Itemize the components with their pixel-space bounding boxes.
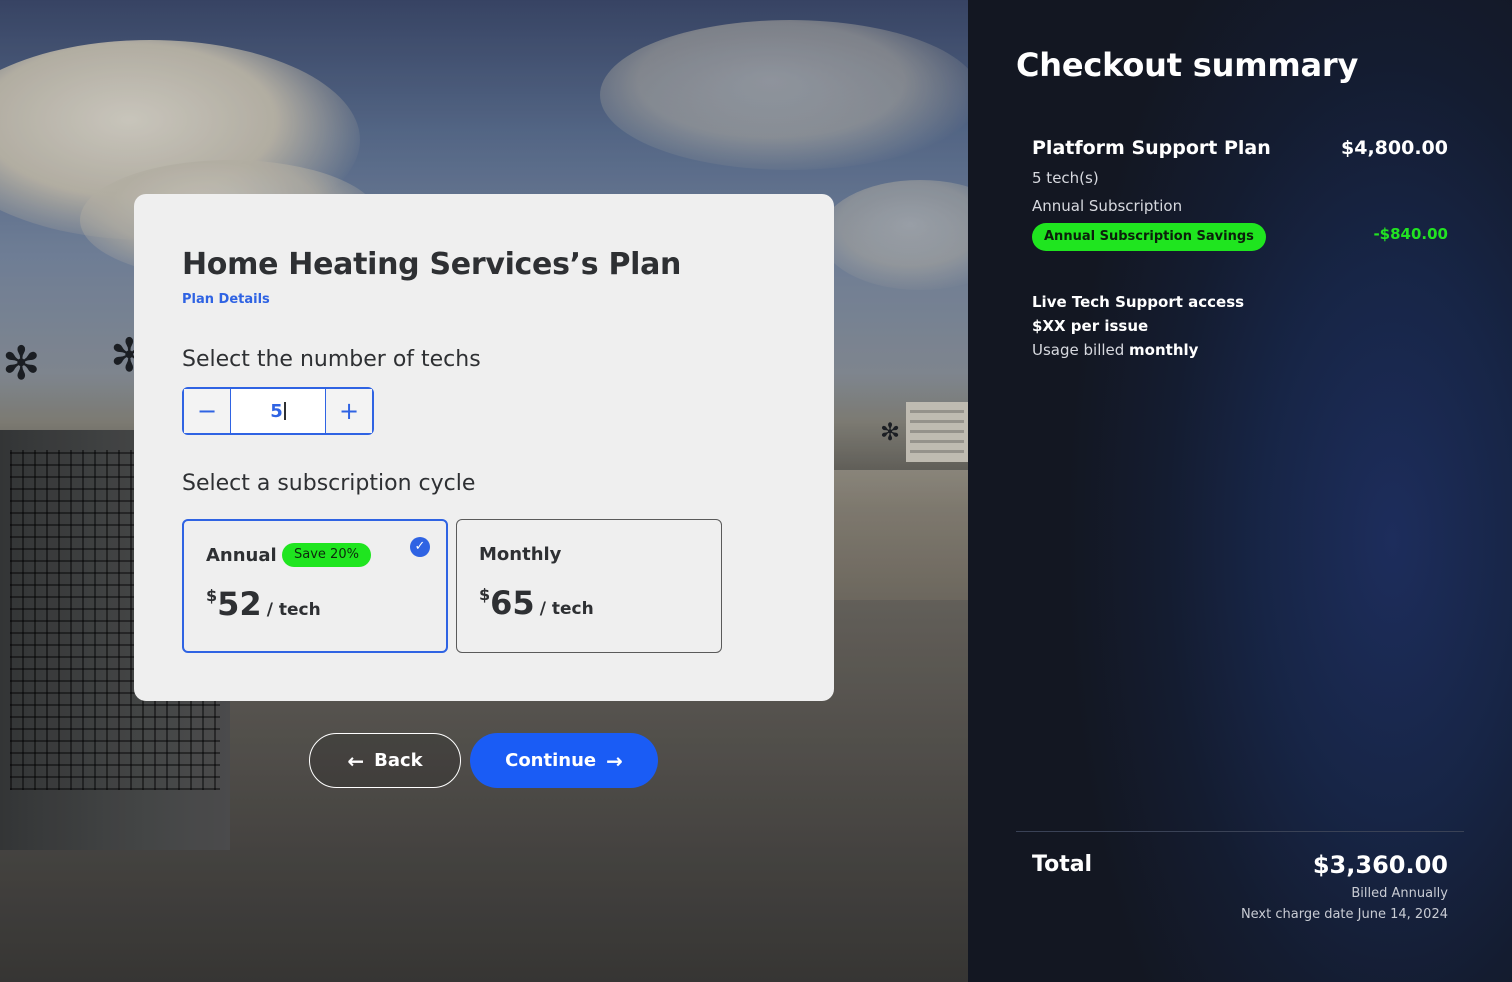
currency-symbol: $ [479, 585, 491, 604]
usage-period: monthly [1129, 341, 1199, 359]
summary-item-cycle: Annual Subscription [1032, 197, 1183, 215]
tech-count-value: 5 [270, 400, 283, 422]
price-amount: 65 [490, 584, 535, 622]
increment-button[interactable]: + [326, 389, 372, 433]
back-button[interactable]: ← Back [309, 733, 461, 788]
savings-amount: -$840.00 [1373, 225, 1448, 243]
tech-count-stepper: − 5 + [182, 387, 374, 435]
continue-button[interactable]: Continue → [470, 733, 658, 788]
savings-badge: Annual Subscription Savings [1032, 223, 1266, 251]
cycle-option-annual[interactable]: Annual Save 20% ✓ $52 / tech [182, 519, 448, 653]
next-charge-date: Next charge date June 14, 2024 [1240, 907, 1448, 922]
summary-title: Checkout summary [1016, 46, 1359, 84]
back-label: Back [374, 750, 423, 771]
annual-price: $52 / tech [206, 585, 321, 623]
live-support-title: Live Tech Support access [1032, 293, 1245, 311]
total-label: Total [1032, 852, 1093, 877]
arrow-right-icon: → [606, 748, 623, 773]
cycle-name: Annual [206, 545, 277, 566]
monthly-price: $65 / tech [479, 584, 594, 622]
summary-divider [1016, 831, 1464, 832]
plan-title: Home Heating Services’s Plan [182, 247, 682, 282]
plan-card: Home Heating Services’s Plan Plan Detail… [134, 194, 834, 701]
arrow-left-icon: ← [347, 748, 365, 773]
summary-item-name: Platform Support Plan [1032, 137, 1271, 159]
minus-icon: − [196, 397, 218, 425]
cycle-option-monthly[interactable]: Monthly $65 / tech [456, 519, 722, 653]
checkout-summary-panel: Checkout summary Platform Support Plan $… [968, 0, 1512, 982]
text-caret [283, 402, 286, 420]
decrement-button[interactable]: − [184, 389, 230, 433]
summary-item-techs: 5 tech(s) [1032, 169, 1099, 187]
live-support-usage: Usage billed monthly [1032, 341, 1198, 359]
plan-details-link[interactable]: Plan Details [182, 292, 270, 307]
techs-label: Select the number of techs [182, 347, 481, 372]
tech-count-input[interactable]: 5 [230, 389, 326, 433]
cycle-name: Monthly [479, 544, 562, 565]
billing-frequency: Billed Annually [1351, 886, 1448, 901]
price-amount: 52 [217, 585, 262, 623]
live-support-price: $XX per issue [1032, 317, 1149, 335]
price-unit: / tech [266, 600, 321, 620]
summary-item-price: $4,800.00 [1341, 137, 1448, 159]
plus-icon: + [338, 397, 360, 425]
usage-prefix: Usage billed [1032, 341, 1130, 359]
price-unit: / tech [539, 599, 594, 619]
cycle-label: Select a subscription cycle [182, 471, 476, 496]
total-amount: $3,360.00 [1312, 851, 1448, 879]
continue-label: Continue [505, 750, 597, 771]
currency-symbol: $ [206, 586, 218, 605]
check-circle-icon: ✓ [410, 537, 430, 557]
save-badge: Save 20% [282, 543, 371, 567]
